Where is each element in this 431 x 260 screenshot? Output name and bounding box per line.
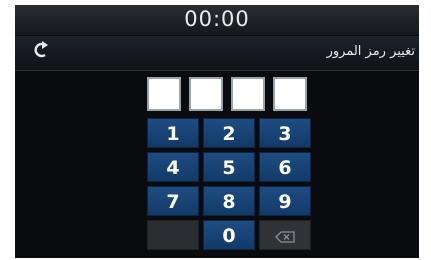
key-4[interactable]: 4	[147, 152, 199, 182]
backspace-icon	[275, 222, 295, 243]
key-blank	[147, 220, 199, 250]
key-8[interactable]: 8	[203, 186, 255, 216]
pin-slot-1	[147, 77, 181, 111]
back-arrow-icon[interactable]	[33, 41, 53, 63]
pin-slot-3	[231, 77, 265, 111]
backspace-key[interactable]	[259, 220, 311, 250]
status-bar: 00:00	[15, 5, 419, 35]
key-6[interactable]: 6	[259, 152, 311, 182]
key-9[interactable]: 9	[259, 186, 311, 216]
title-bar: تغيير رمز المرور	[15, 35, 419, 71]
pin-entry	[147, 77, 307, 111]
clock: 00:00	[184, 7, 250, 31]
key-2[interactable]: 2	[203, 118, 255, 148]
device-screen: 00:00 تغيير رمز المرور 1 2 3 4 5 6 7 8 9…	[15, 5, 419, 258]
pin-slot-2	[189, 77, 223, 111]
key-1[interactable]: 1	[147, 118, 199, 148]
key-3[interactable]: 3	[259, 118, 311, 148]
key-5[interactable]: 5	[203, 152, 255, 182]
page-title: تغيير رمز المرور	[326, 44, 415, 59]
key-0[interactable]: 0	[203, 220, 255, 250]
pin-slot-4	[273, 77, 307, 111]
key-7[interactable]: 7	[147, 186, 199, 216]
